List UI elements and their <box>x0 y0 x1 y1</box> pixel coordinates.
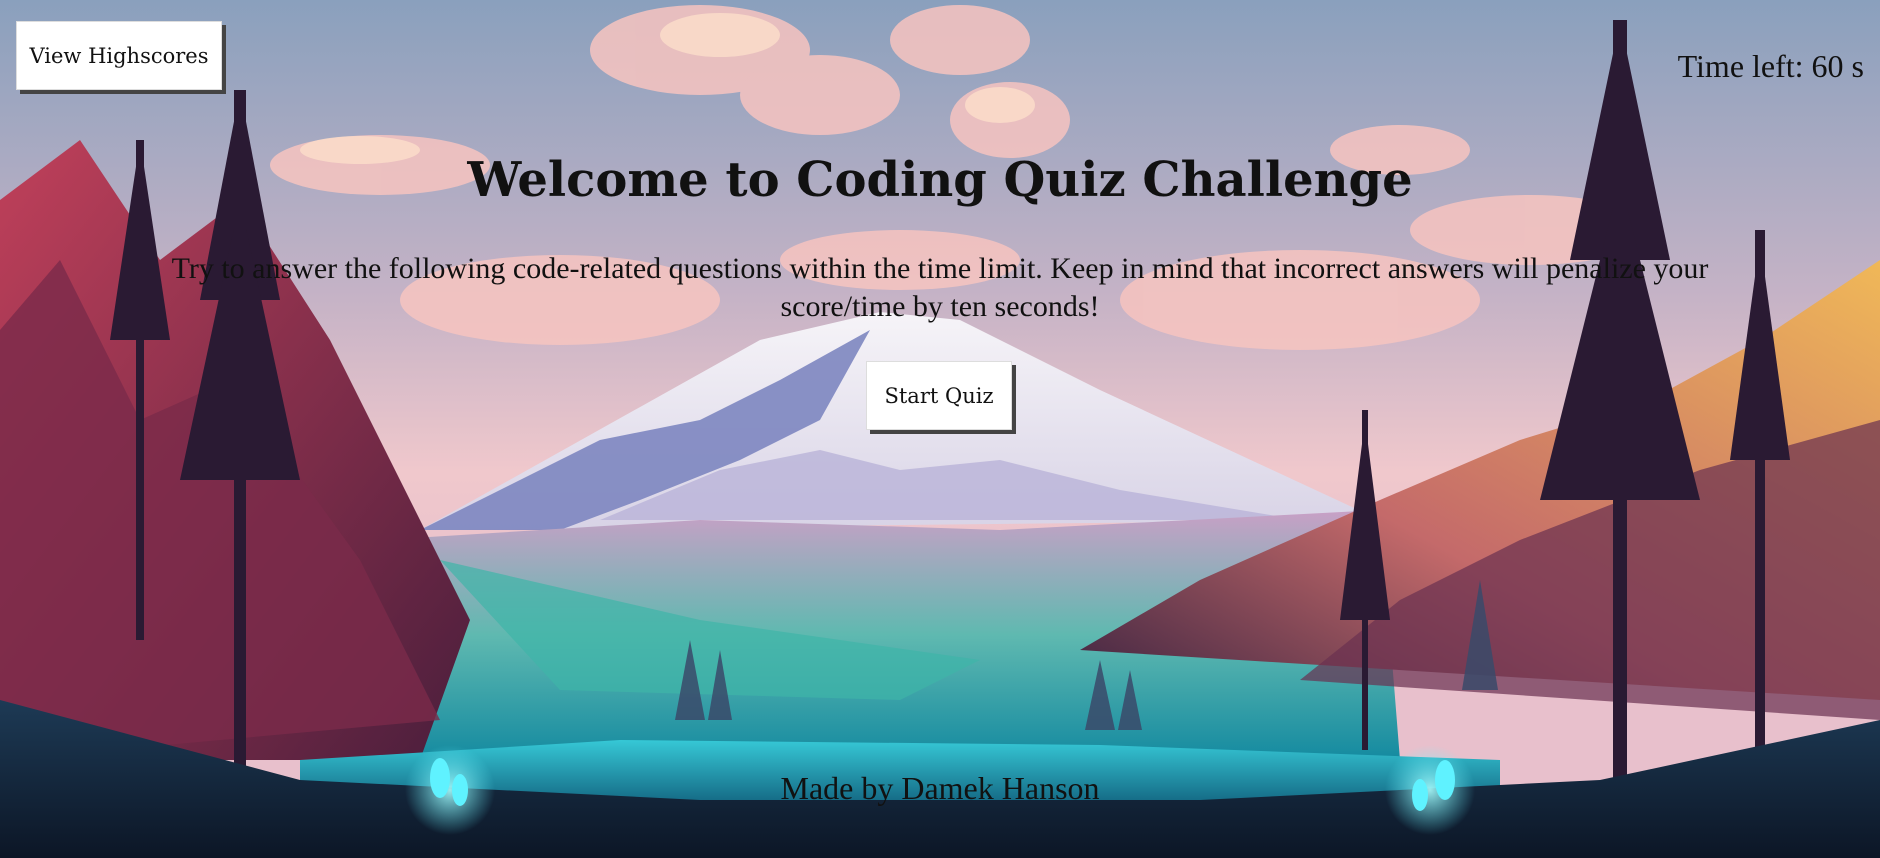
page-title: Welcome to Coding Quiz Challenge <box>467 152 1413 208</box>
quiz-instructions: Try to answer the following code-related… <box>171 252 1709 323</box>
start-quiz-button[interactable]: Start Quiz <box>866 361 1012 430</box>
view-highscores-button[interactable]: View Highscores <box>16 21 222 90</box>
time-left-display: Time left: 60 s <box>1677 48 1864 84</box>
author-credit: Made by Damek Hanson <box>780 770 1100 806</box>
